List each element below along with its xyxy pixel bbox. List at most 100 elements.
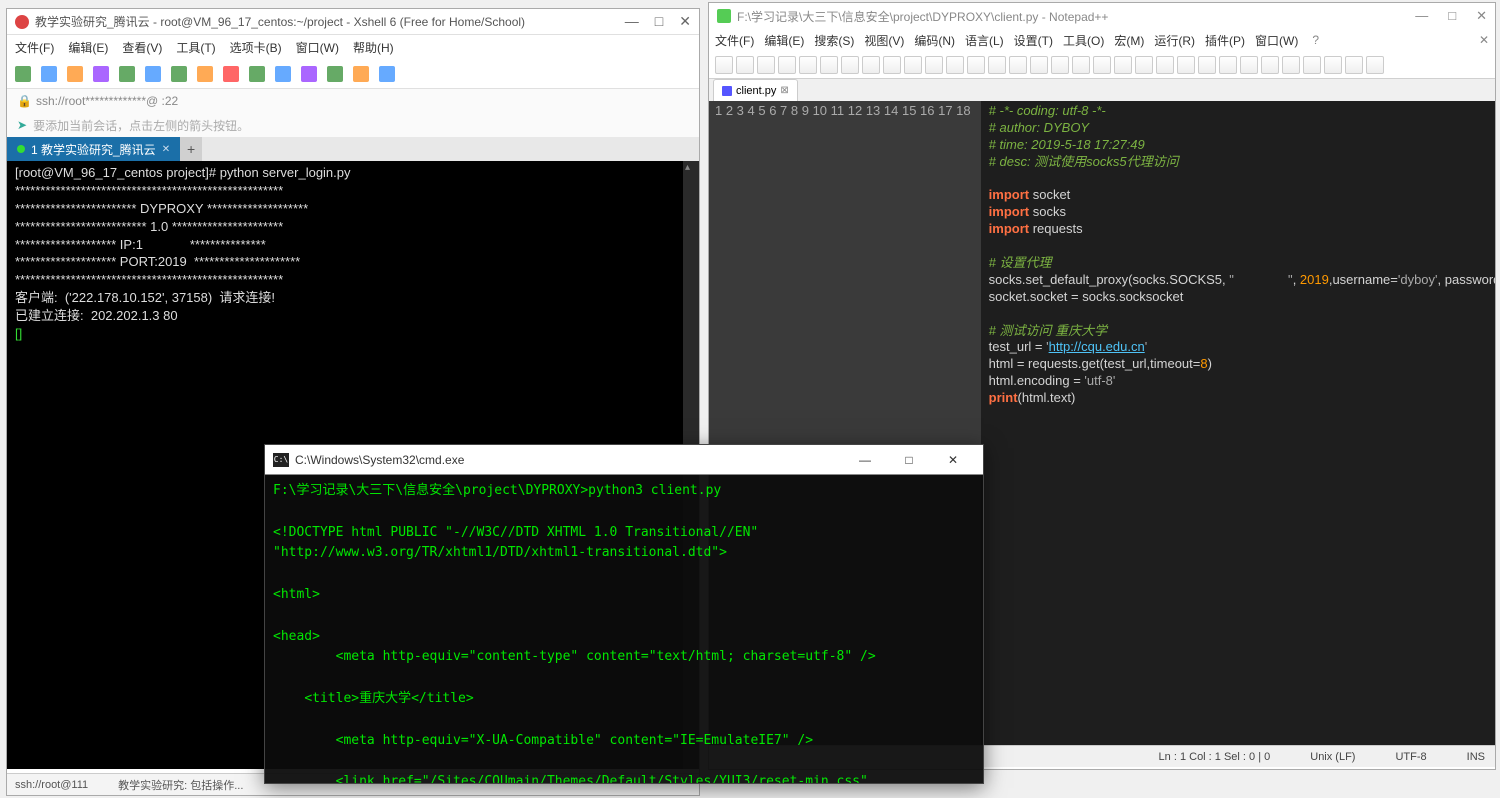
tb-copy-icon[interactable] xyxy=(67,66,83,82)
tb-zoomin-icon[interactable] xyxy=(1009,56,1027,74)
tb-doclist-icon[interactable] xyxy=(1240,56,1258,74)
lock-icon: 🔒 xyxy=(17,94,32,108)
minimize-button[interactable]: — xyxy=(625,13,639,30)
tb-play-icon[interactable] xyxy=(1324,56,1342,74)
code-num: 2019 xyxy=(1300,272,1329,287)
menu-window[interactable]: 窗口(W) xyxy=(1255,32,1298,49)
menu-edit[interactable]: 编辑(E) xyxy=(68,39,108,56)
tb-replace-icon[interactable] xyxy=(988,56,1006,74)
tb-savemacro-icon[interactable] xyxy=(1366,56,1384,74)
tb-new-icon[interactable] xyxy=(715,56,733,74)
tb-playmulti-icon[interactable] xyxy=(1345,56,1363,74)
minimize-button[interactable]: — xyxy=(1415,8,1428,24)
tb-copy-icon[interactable] xyxy=(883,56,901,74)
code-line: # -*- coding: utf-8 -*- xyxy=(989,103,1106,118)
tab-close-icon[interactable]: ⊠ xyxy=(780,85,788,96)
tb-monitor-icon[interactable] xyxy=(1261,56,1279,74)
menu-view[interactable]: 查看(V) xyxy=(122,39,162,56)
close-button[interactable]: ✕ xyxy=(679,13,691,30)
tb-undo-icon[interactable] xyxy=(925,56,943,74)
tb-hide-icon[interactable] xyxy=(1177,56,1195,74)
menu-settings[interactable]: 设置(T) xyxy=(1014,32,1053,49)
npp-titlebar[interactable]: F:\学习记录\大三下\信息安全\project\DYPROXY\client.… xyxy=(709,3,1495,29)
new-tab-button[interactable]: + xyxy=(180,137,202,161)
tb-lock-icon[interactable] xyxy=(301,66,317,82)
npp-toolbar xyxy=(709,51,1495,79)
connected-dot-icon xyxy=(17,145,25,153)
tb-prop-icon[interactable] xyxy=(145,66,161,82)
tb-redo-icon[interactable] xyxy=(946,56,964,74)
maximize-button[interactable]: □ xyxy=(1448,8,1456,24)
tb-color-icon[interactable] xyxy=(171,66,187,82)
tb-help-icon[interactable] xyxy=(379,66,395,82)
menu-view[interactable]: 视图(V) xyxy=(864,32,904,49)
tb-open-icon[interactable] xyxy=(41,66,57,82)
close-button[interactable]: ✕ xyxy=(931,453,975,467)
session-tab[interactable]: 1 教学实验研究_腾讯云 ✕ xyxy=(7,137,180,161)
tb-search-icon[interactable] xyxy=(119,66,135,82)
tb-func-icon[interactable] xyxy=(1198,56,1216,74)
tb-misc1-icon[interactable] xyxy=(327,66,343,82)
tb-paste-icon[interactable] xyxy=(93,66,109,82)
tb-unfold-icon[interactable] xyxy=(1156,56,1174,74)
menu-plugins[interactable]: 插件(P) xyxy=(1205,32,1245,49)
menu-file[interactable]: 文件(F) xyxy=(715,32,754,49)
tb-misc2-icon[interactable] xyxy=(353,66,369,82)
menu-tabs[interactable]: 选项卡(B) xyxy=(230,39,282,56)
menu-help[interactable]: ? xyxy=(1312,33,1319,47)
maximize-button[interactable]: □ xyxy=(655,13,663,30)
tb-wrap-icon[interactable] xyxy=(1072,56,1090,74)
tb-rec-icon[interactable] xyxy=(223,66,239,82)
code-id: test_url = xyxy=(989,339,1046,354)
maximize-button[interactable]: □ xyxy=(887,453,931,467)
file-tab-label: client.py xyxy=(736,85,776,97)
file-tab[interactable]: client.py ⊠ xyxy=(713,79,798,101)
menu-encoding[interactable]: 编码(N) xyxy=(914,32,955,49)
menu-file[interactable]: 文件(F) xyxy=(15,39,54,56)
tb-rec-icon[interactable] xyxy=(1282,56,1300,74)
tb-fold-icon[interactable] xyxy=(1135,56,1153,74)
arrow-icon[interactable]: ➤ xyxy=(17,118,27,132)
tab-close-all-icon[interactable]: ✕ xyxy=(1479,33,1489,47)
minimize-button[interactable]: — xyxy=(843,453,887,467)
tab-close-icon[interactable]: ✕ xyxy=(162,144,170,155)
cmd-window: C:\ C:\Windows\System32\cmd.exe — □ ✕ F:… xyxy=(264,444,984,784)
xshell-address-bar[interactable]: 🔒 ssh://root*************@ :22 xyxy=(7,89,699,113)
tb-map-icon[interactable] xyxy=(1219,56,1237,74)
xshell-titlebar[interactable]: 教学实验研究_腾讯云 - root@VM_96_17_centos:~/proj… xyxy=(7,9,699,35)
menu-tools[interactable]: 工具(T) xyxy=(176,39,215,56)
tb-stop-icon[interactable] xyxy=(1303,56,1321,74)
tb-allchars-icon[interactable] xyxy=(1093,56,1111,74)
code-area[interactable]: # -*- coding: utf-8 -*- # author: DYBOY … xyxy=(981,101,1495,745)
code-link[interactable]: http://cqu.edu.cn xyxy=(1049,339,1145,354)
tb-find-icon[interactable] xyxy=(967,56,985,74)
cmd-app-icon: C:\ xyxy=(273,453,289,467)
tb-trans-icon[interactable] xyxy=(275,66,291,82)
tb-font-icon[interactable] xyxy=(197,66,213,82)
menu-macro[interactable]: 宏(M) xyxy=(1114,32,1144,49)
tb-closeall-icon[interactable] xyxy=(820,56,838,74)
tb-sync-icon[interactable] xyxy=(1051,56,1069,74)
tb-full-icon[interactable] xyxy=(249,66,265,82)
menu-language[interactable]: 语言(L) xyxy=(965,32,1004,49)
tb-save-icon[interactable] xyxy=(757,56,775,74)
menu-tools[interactable]: 工具(O) xyxy=(1063,32,1104,49)
menu-run[interactable]: 运行(R) xyxy=(1154,32,1195,49)
code-id: socket xyxy=(1029,187,1070,202)
menu-search[interactable]: 搜索(S) xyxy=(814,32,854,49)
menu-window[interactable]: 窗口(W) xyxy=(296,39,339,56)
cmd-output[interactable]: F:\学习记录\大三下\信息安全\project\DYPROXY>python3… xyxy=(265,475,983,783)
tb-open-icon[interactable] xyxy=(736,56,754,74)
menu-help[interactable]: 帮助(H) xyxy=(353,39,394,56)
tb-close-icon[interactable] xyxy=(799,56,817,74)
tb-new-icon[interactable] xyxy=(15,66,31,82)
close-button[interactable]: ✕ xyxy=(1476,8,1487,24)
tb-paste-icon[interactable] xyxy=(904,56,922,74)
tb-print-icon[interactable] xyxy=(841,56,859,74)
tb-cut-icon[interactable] xyxy=(862,56,880,74)
tb-saveall-icon[interactable] xyxy=(778,56,796,74)
tb-zoomout-icon[interactable] xyxy=(1030,56,1048,74)
tb-indent-icon[interactable] xyxy=(1114,56,1132,74)
cmd-titlebar[interactable]: C:\ C:\Windows\System32\cmd.exe — □ ✕ xyxy=(265,445,983,475)
menu-edit[interactable]: 编辑(E) xyxy=(764,32,804,49)
